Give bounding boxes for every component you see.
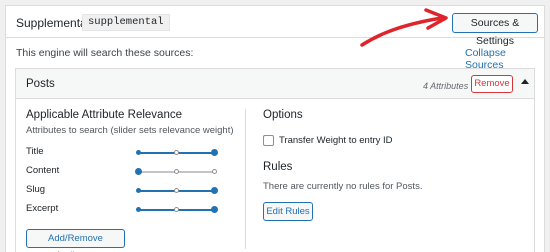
- attribute-count: 4 Attributes: [423, 81, 469, 91]
- slider-tick: [173, 188, 179, 193]
- options-title: Options: [263, 109, 303, 121]
- rules-empty-text: There are currently no rules for Posts.: [263, 181, 423, 192]
- slider-start-dot: [136, 207, 141, 212]
- options-rules-section: Options Transfer Weight to entry ID Rule…: [263, 109, 523, 221]
- relevance-title: Applicable Attribute Relevance: [26, 109, 182, 121]
- relevance-subtitle: Attributes to search (slider sets releva…: [26, 125, 234, 136]
- sources-settings-button[interactable]: Sources & Settings: [452, 13, 538, 47]
- attribute-name: Slug: [26, 184, 46, 195]
- collapse-toggle-icon[interactable]: [521, 79, 529, 84]
- relevance-slider[interactable]: [136, 149, 218, 156]
- transfer-weight-label: Transfer Weight to entry ID: [279, 135, 393, 146]
- slider-tick: [173, 150, 179, 155]
- attribute-name: Title: [26, 146, 44, 157]
- rules-title: Rules: [263, 161, 293, 173]
- source-header: Posts 4 Attributes Remove: [16, 69, 534, 99]
- engine-header: Supplemental supplemental Sources & Sett…: [6, 6, 544, 47]
- column-divider: [245, 109, 246, 249]
- attribute-relevance-section: Applicable Attribute Relevance Attribute…: [26, 109, 236, 214]
- slider-tick: [173, 169, 179, 174]
- slider-handle[interactable]: [134, 168, 142, 175]
- attribute-row-title: Title: [26, 146, 236, 160]
- engine-panel: Supplemental supplemental Sources & Sett…: [5, 5, 545, 252]
- slider-start-dot: [136, 150, 141, 155]
- source-posts: Posts 4 Attributes Remove Applicable Att…: [15, 68, 535, 252]
- source-title: Posts: [26, 78, 55, 90]
- slider-handle[interactable]: [210, 187, 218, 194]
- attribute-row-slug: Slug: [26, 184, 236, 198]
- slider-tick: [211, 169, 217, 174]
- slider-tick: [173, 207, 179, 212]
- attribute-row-excerpt: Excerpt: [26, 203, 236, 217]
- slider-start-dot: [136, 188, 141, 193]
- edit-rules-button[interactable]: Edit Rules: [263, 202, 313, 221]
- attribute-name: Content: [26, 165, 60, 176]
- remove-source-button[interactable]: Remove: [471, 75, 513, 93]
- relevance-slider[interactable]: [136, 206, 218, 213]
- attribute-row-content: Content: [26, 165, 236, 179]
- sources-intro-text: This engine will search these sources:: [16, 47, 194, 59]
- add-remove-attributes-button[interactable]: Add/Remove Attributes: [26, 229, 125, 252]
- slider-handle[interactable]: [210, 149, 218, 156]
- engine-slug: supplemental: [82, 14, 170, 31]
- transfer-weight-checkbox[interactable]: [263, 135, 274, 146]
- attribute-name: Excerpt: [26, 203, 59, 214]
- relevance-slider[interactable]: [134, 168, 217, 175]
- engine-label: Supplemental: [16, 16, 90, 30]
- slider-handle[interactable]: [210, 206, 218, 213]
- relevance-slider[interactable]: [136, 187, 218, 194]
